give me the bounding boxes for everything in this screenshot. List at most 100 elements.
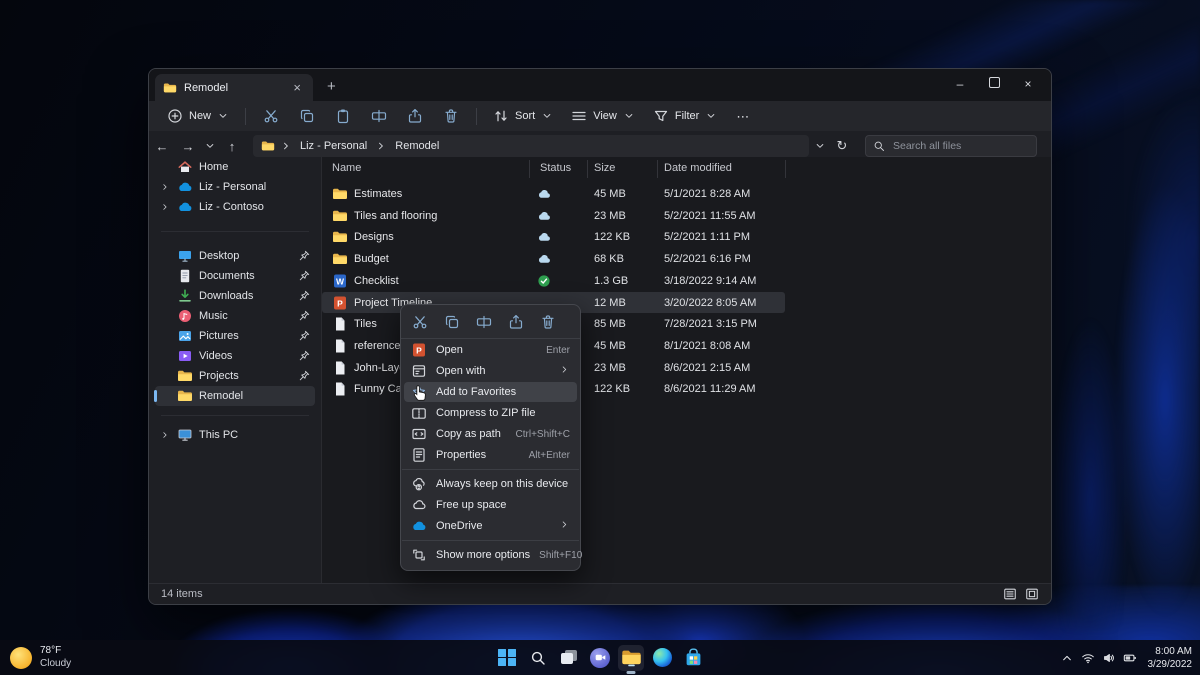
delete-button[interactable]	[537, 312, 559, 332]
search-icon	[530, 650, 546, 666]
share-button[interactable]	[398, 104, 432, 128]
sort-button[interactable]: Sort	[485, 104, 561, 128]
status-check-icon	[536, 273, 552, 289]
sidebar-item-projects[interactable]: Projects	[155, 366, 315, 386]
menu-item-always-keep-on-this-device[interactable]: Always keep on this device	[404, 474, 577, 494]
sidebar-item-liz-contoso[interactable]: Liz - Contoso	[155, 197, 315, 217]
volume-icon[interactable]	[1102, 651, 1116, 665]
rename-button[interactable]	[473, 312, 495, 332]
search-box[interactable]	[865, 135, 1037, 157]
file-row-estimates[interactable]: Estimates 45 MB 5/1/2021 8:28 AM	[322, 183, 785, 204]
large-icons-view-button[interactable]	[1025, 587, 1039, 601]
folder-icon	[332, 208, 348, 224]
details-view-button[interactable]	[1003, 587, 1017, 601]
up-button[interactable]: ↑	[219, 139, 245, 154]
expander-chevron-icon[interactable]	[159, 182, 171, 192]
menu-item-open[interactable]: P Open Enter	[404, 340, 577, 360]
shortcut: Enter	[546, 344, 570, 356]
refresh-button[interactable]: ↻	[829, 138, 855, 154]
sidebar-item-videos[interactable]: Videos	[155, 346, 315, 366]
clock[interactable]: 8:00 AM 3/29/2022	[1148, 645, 1193, 671]
maximize-button[interactable]	[977, 77, 1011, 91]
videos-icon	[177, 348, 193, 364]
taskbar-chat-button[interactable]	[587, 645, 613, 671]
copy-icon	[299, 108, 315, 124]
onedrive-icon	[411, 518, 427, 534]
menu-item-show-more-options[interactable]: Show more options Shift+F10	[404, 545, 582, 565]
menu-divider	[402, 540, 579, 541]
breadcrumb-liz-personal[interactable]: Liz - Personal	[297, 139, 370, 153]
tab-remodel[interactable]: Remodel ×	[155, 74, 313, 101]
expander-chevron-icon[interactable]	[159, 202, 171, 212]
wifi-icon[interactable]	[1081, 651, 1095, 665]
paste-button[interactable]	[326, 104, 360, 128]
file-row-budget[interactable]: Budget 68 KB 5/2/2021 6:16 PM	[322, 248, 785, 269]
column-header-date-modified[interactable]: Date modified	[664, 162, 732, 174]
menu-item-free-up-space[interactable]: Free up space	[404, 495, 577, 515]
see-more-button[interactable]: ⋯	[727, 106, 758, 127]
sidebar-item-downloads[interactable]: Downloads	[155, 286, 315, 306]
tab-close-icon[interactable]: ×	[289, 79, 305, 96]
sidebar-item-this-pc[interactable]: This PC	[155, 425, 315, 445]
column-divider[interactable]	[657, 160, 658, 178]
column-header-size[interactable]: Size	[594, 162, 615, 174]
share-button[interactable]	[505, 312, 527, 332]
copy-button[interactable]	[290, 104, 324, 128]
file-explorer-window: Remodel × + – × New Sort View Filter ⋯ ←…	[148, 68, 1052, 605]
close-button[interactable]: ×	[1011, 77, 1045, 91]
folder-icon	[332, 186, 348, 202]
column-header-name[interactable]: Name	[332, 162, 361, 174]
copy-button[interactable]	[441, 312, 463, 332]
taskbar-edge-button[interactable]	[649, 645, 675, 671]
status-cloud-icon	[536, 251, 552, 267]
taskbar-file-explorer-button[interactable]	[618, 644, 644, 671]
column-divider[interactable]	[529, 160, 530, 178]
menu-item-onedrive[interactable]: OneDrive	[404, 516, 577, 536]
edge-icon	[652, 648, 672, 667]
column-divider[interactable]	[587, 160, 588, 178]
cut-button[interactable]	[254, 104, 288, 128]
menu-item-copy-as-path[interactable]: Copy as path Ctrl+Shift+C	[404, 424, 577, 444]
minimize-button[interactable]: –	[943, 77, 977, 91]
sidebar-divider	[161, 231, 309, 232]
taskbar-store-button[interactable]	[680, 645, 706, 671]
sidebar-item-home[interactable]: Home	[155, 157, 315, 177]
column-divider[interactable]	[785, 160, 786, 178]
search-input[interactable]	[891, 139, 1029, 153]
cut-button[interactable]	[409, 312, 431, 332]
new-tab-button[interactable]: +	[323, 77, 340, 96]
file-row-tiles-and-flooring[interactable]: Tiles and flooring 23 MB 5/2/2021 11:55 …	[322, 205, 785, 226]
chevron-down-icon	[541, 110, 553, 122]
view-icon	[571, 108, 587, 124]
sidebar-item-music[interactable]: Music	[155, 306, 315, 326]
breadcrumb-remodel[interactable]: Remodel	[392, 139, 442, 153]
menu-item-properties[interactable]: Properties Alt+Enter	[404, 445, 577, 465]
taskbar-task-view-button[interactable]	[556, 645, 582, 671]
taskbar-search-button[interactable]	[525, 645, 551, 671]
hidden-icons-button[interactable]	[1060, 651, 1074, 665]
sidebar-item-liz-personal[interactable]: Liz - Personal	[155, 177, 315, 197]
delete-button[interactable]	[434, 104, 468, 128]
sidebar-item-remodel[interactable]: Remodel	[154, 386, 315, 406]
view-button[interactable]: View	[563, 104, 643, 128]
sidebar-item-documents[interactable]: Documents	[155, 266, 315, 286]
file-row-designs[interactable]: Designs 122 KB 5/2/2021 1:11 PM	[322, 226, 785, 247]
column-header-status[interactable]: Status	[540, 162, 571, 174]
sidebar-item-pictures[interactable]: Pictures	[155, 326, 315, 346]
weather-widget[interactable]: 78°F Cloudy	[10, 645, 71, 670]
filter-button[interactable]: Filter	[645, 104, 725, 128]
sidebar-item-desktop[interactable]: Desktop	[155, 246, 315, 266]
back-button[interactable]: ←	[149, 139, 175, 154]
menu-item-compress-to-zip-file[interactable]: Compress to ZIP file	[404, 403, 577, 423]
file-row-checklist[interactable]: W Checklist 1.3 GB 3/18/2022 9:14 AM	[322, 270, 785, 291]
file-icon	[332, 360, 348, 376]
new-button[interactable]: New	[159, 104, 237, 128]
battery-icon[interactable]	[1123, 651, 1137, 665]
menu-item-open-with[interactable]: Open with	[404, 361, 577, 381]
recent-locations-button[interactable]	[201, 140, 219, 152]
expander-chevron-icon[interactable]	[159, 430, 171, 440]
forward-button[interactable]: →	[175, 139, 201, 154]
taskbar-start-button[interactable]	[494, 645, 520, 671]
address-dropdown-button[interactable]	[811, 140, 829, 152]
rename-button[interactable]	[362, 104, 396, 128]
